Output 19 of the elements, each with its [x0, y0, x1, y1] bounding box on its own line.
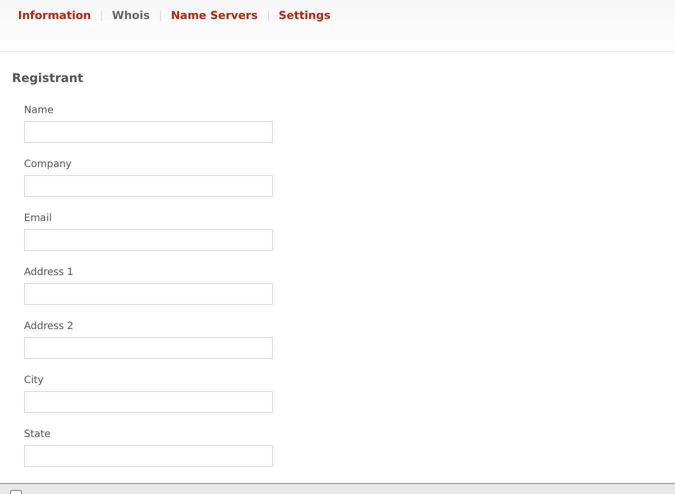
field-label: State — [24, 429, 52, 440]
field-label: Address 2 — [24, 321, 74, 332]
input-field[interactable] — [24, 337, 273, 359]
input-field[interactable] — [24, 445, 273, 467]
field-label: Company — [24, 159, 73, 170]
input-field[interactable] — [24, 229, 273, 251]
nav-tab[interactable]: Whois — [112, 9, 150, 22]
field-label: Address 1 — [24, 267, 74, 278]
input-field[interactable] — [24, 391, 273, 413]
nav-tab[interactable]: Name Servers — [170, 9, 258, 22]
input-field[interactable] — [24, 175, 273, 197]
input-field[interactable] — [24, 283, 273, 305]
field-label: Name — [24, 105, 55, 116]
input-field[interactable] — [24, 121, 273, 143]
nav-tab[interactable]: Settings — [278, 9, 331, 22]
field-label: City — [24, 375, 45, 386]
section-title: Registrant — [12, 71, 84, 85]
field-label: Email — [24, 213, 53, 224]
nav-tab[interactable]: Information — [18, 9, 91, 22]
